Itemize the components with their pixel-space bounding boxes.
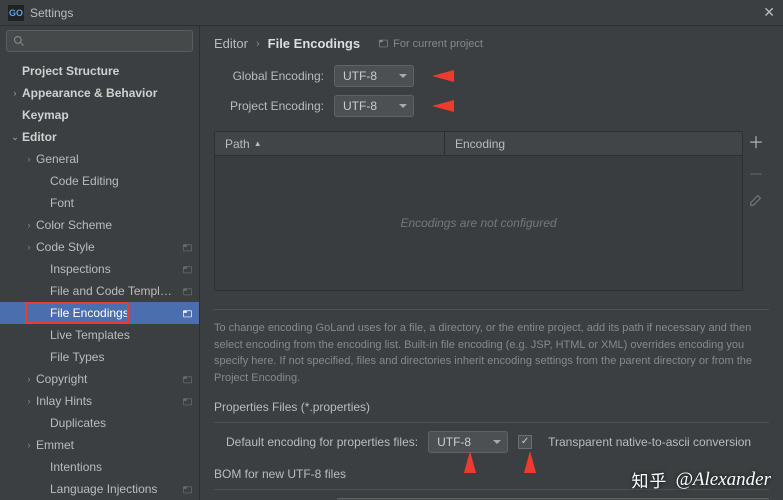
sidebar-item-font[interactable]: Font [0, 192, 199, 214]
sidebar-item-label: Keymap [22, 108, 193, 122]
sidebar-item-editor[interactable]: ⌄Editor [0, 126, 199, 148]
annotation-arrow [432, 70, 454, 82]
sidebar-item-inspections[interactable]: Inspections [0, 258, 199, 280]
sidebar-item-label: Duplicates [50, 416, 193, 430]
sidebar-item-project-structure[interactable]: Project Structure [0, 60, 199, 82]
expand-icon[interactable]: › [22, 220, 36, 230]
table-empty-message: Encodings are not configured [215, 156, 742, 290]
settings-tree: Project Structure›Appearance & BehaviorK… [0, 56, 199, 500]
project-scope-icon [182, 484, 193, 495]
sort-asc-icon: ▲ [254, 139, 262, 148]
sidebar-item-label: Project Structure [22, 64, 193, 78]
table-header-encoding[interactable]: Encoding [445, 132, 742, 155]
settings-content: Editor › File Encodings For current proj… [200, 26, 783, 500]
sidebar-item-copyright[interactable]: ›Copyright [0, 368, 199, 390]
sidebar-item-label: File and Code Templates [50, 284, 178, 298]
sidebar-item-file-and-code-templates[interactable]: File and Code Templates [0, 280, 199, 302]
sidebar-item-label: Font [50, 196, 193, 210]
settings-sidebar: Project Structure›Appearance & BehaviorK… [0, 26, 200, 500]
project-scope-icon [182, 264, 193, 275]
sidebar-item-file-types[interactable]: File Types [0, 346, 199, 368]
chevron-right-icon: › [256, 38, 260, 50]
sidebar-item-label: Emmet [36, 438, 193, 452]
transparent-conversion-checkbox[interactable] [518, 435, 532, 449]
annotation-arrow [464, 451, 476, 473]
sidebar-item-code-editing[interactable]: Code Editing [0, 170, 199, 192]
sidebar-item-code-style[interactable]: ›Code Style [0, 236, 199, 258]
sidebar-item-label: Live Templates [50, 328, 193, 342]
project-scope-icon [182, 308, 193, 319]
expand-icon[interactable]: › [8, 88, 22, 98]
sidebar-item-live-templates[interactable]: Live Templates [0, 324, 199, 346]
sidebar-item-keymap[interactable]: Keymap [0, 104, 199, 126]
expand-icon[interactable]: ⌄ [8, 132, 22, 143]
close-icon[interactable]: ✕ [763, 4, 775, 21]
window-title: Settings [30, 6, 73, 20]
sidebar-item-language-injections[interactable]: Language Injections [0, 478, 199, 500]
sidebar-item-label: Appearance & Behavior [22, 86, 193, 100]
sidebar-item-label: Editor [22, 130, 193, 144]
sidebar-item-label: General [36, 152, 193, 166]
breadcrumb-current: File Encodings [268, 36, 360, 51]
breadcrumb-parent[interactable]: Editor [214, 36, 248, 51]
help-text: To change encoding GoLand uses for a fil… [214, 309, 769, 386]
sidebar-item-label: File Encodings [50, 306, 178, 320]
expand-icon[interactable]: › [22, 154, 36, 164]
global-encoding-label: Global Encoding: [214, 69, 324, 83]
expand-icon[interactable]: › [22, 440, 36, 450]
global-encoding-dropdown[interactable]: UTF-8 [334, 65, 414, 87]
project-encoding-dropdown[interactable]: UTF-8 [334, 95, 414, 117]
properties-section-title: Properties Files (*.properties) [214, 400, 769, 414]
project-scope-icon [182, 396, 193, 407]
sidebar-item-inlay-hints[interactable]: ›Inlay Hints [0, 390, 199, 412]
breadcrumb: Editor › File Encodings For current proj… [214, 36, 769, 51]
sidebar-item-duplicates[interactable]: Duplicates [0, 412, 199, 434]
expand-icon[interactable]: › [22, 242, 36, 252]
sidebar-item-color-scheme[interactable]: ›Color Scheme [0, 214, 199, 236]
expand-icon[interactable]: › [22, 374, 36, 384]
sidebar-item-label: Copyright [36, 372, 178, 386]
sidebar-item-label: Inlay Hints [36, 394, 178, 408]
properties-encoding-dropdown[interactable]: UTF-8 [428, 431, 508, 453]
annotation-arrow [524, 451, 536, 473]
app-icon: GO [8, 5, 24, 21]
sidebar-item-emmet[interactable]: ›Emmet [0, 434, 199, 456]
table-header-path[interactable]: Path ▲ [215, 132, 445, 155]
project-encoding-label: Project Encoding: [214, 99, 324, 113]
sidebar-item-label: Inspections [50, 262, 178, 276]
sidebar-item-general[interactable]: ›General [0, 148, 199, 170]
watermark: 知乎 @Alexander [631, 467, 771, 492]
add-icon[interactable]: ＋ [748, 129, 764, 153]
transparent-conversion-label[interactable]: Transparent native-to-ascii conversion [548, 435, 751, 449]
search-icon [13, 35, 25, 47]
sidebar-item-intentions[interactable]: Intentions [0, 456, 199, 478]
sidebar-item-label: Language Injections [50, 482, 178, 496]
expand-icon[interactable]: › [22, 396, 36, 406]
edit-icon[interactable] [749, 193, 763, 207]
sidebar-item-label: Code Style [36, 240, 178, 254]
project-scope-icon [182, 286, 193, 297]
properties-encoding-label: Default encoding for properties files: [226, 435, 418, 449]
annotation-arrow [432, 100, 454, 112]
encodings-table: Path ▲ Encoding Encodings are not config… [214, 131, 743, 291]
project-scope-icon [182, 374, 193, 385]
project-scope-indicator: For current project [378, 38, 483, 50]
project-scope-icon [182, 242, 193, 253]
settings-search-input[interactable] [6, 30, 193, 52]
sidebar-item-label: Intentions [50, 460, 193, 474]
project-icon [378, 38, 389, 49]
sidebar-item-file-encodings[interactable]: File Encodings [0, 302, 199, 324]
sidebar-item-label: File Types [50, 350, 193, 364]
sidebar-item-label: Color Scheme [36, 218, 193, 232]
sidebar-item-appearance-behavior[interactable]: ›Appearance & Behavior [0, 82, 199, 104]
remove-icon[interactable]: － [748, 161, 764, 185]
sidebar-item-label: Code Editing [50, 174, 193, 188]
